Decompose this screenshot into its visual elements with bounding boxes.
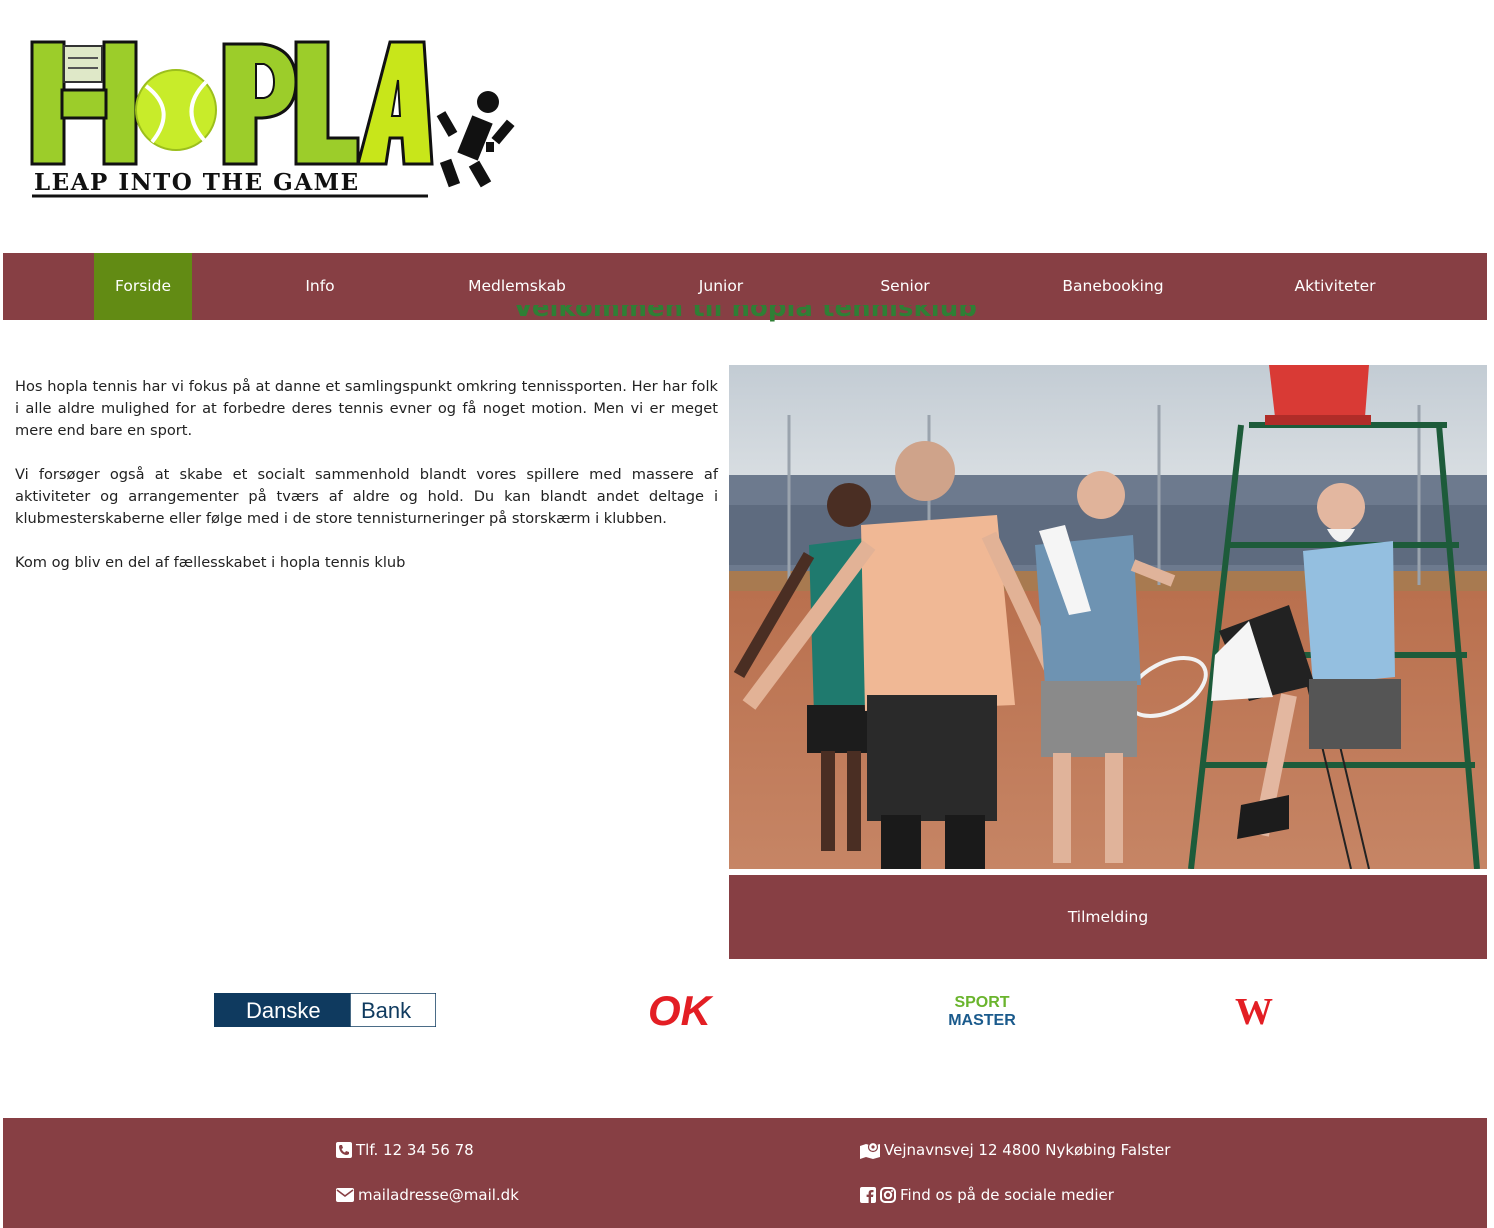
footer-social-text: Find os på de sociale medier: [900, 1186, 1114, 1204]
footer-address[interactable]: Vejnavnsvej 12 4800 Nykøbing Falster: [860, 1141, 1170, 1159]
logo-letter-l: [294, 40, 360, 166]
footer-address-text: Vejnavnsvej 12 4800 Nykøbing Falster: [884, 1141, 1171, 1159]
tennis-ball-icon: [135, 69, 217, 151]
intro-paragraph-1: Hos hopla tennis har vi fokus på at dann…: [15, 378, 718, 439]
sportmaster-word-2: MASTER: [948, 1012, 1016, 1028]
logo-letter-a: [356, 40, 434, 166]
instagram-icon[interactable]: [880, 1187, 896, 1203]
wilson-logo-text: W: [1235, 991, 1273, 1030]
intro-paragraph-3: Kom og bliv en del af fællesskabet i hop…: [15, 554, 406, 571]
footer-phone[interactable]: Tlf. 12 34 56 78: [336, 1141, 474, 1159]
logo-letter-p: [222, 42, 298, 166]
sportmaster-word-1: SPORT: [954, 994, 1009, 1011]
footer-email[interactable]: mailadresse@mail.dk: [336, 1186, 519, 1204]
phone-icon: [336, 1142, 352, 1158]
footer-email-text: mailadresse@mail.dk: [358, 1186, 519, 1204]
hero-photo: [729, 365, 1487, 869]
ok-logo-text: OK: [648, 990, 714, 1030]
danske-bank-logo[interactable]: Danske Bank: [214, 993, 436, 1027]
logo-tagline: LEAP INTO THE GAME: [34, 169, 360, 196]
map-icon: [860, 1141, 880, 1159]
logo-letter-h: [30, 40, 138, 166]
envelope-icon: [336, 1188, 354, 1202]
page-heading: Velkommen til hopla tennisklub: [513, 305, 977, 323]
danske-bank-word-1: Danske: [246, 998, 321, 1023]
footer-social[interactable]: Find os på de sociale medier: [860, 1186, 1114, 1204]
wilson-logo[interactable]: W: [1230, 990, 1278, 1030]
danske-bank-word-2: Bank: [361, 998, 412, 1023]
facebook-icon[interactable]: [860, 1187, 876, 1203]
footer: Tlf. 12 34 56 78 mailadresse@mail.dk Vej…: [3, 1118, 1487, 1228]
intro-text: Hos hopla tennis har vi fokus på at dann…: [15, 376, 718, 596]
sportmaster-logo[interactable]: SPORT MASTER: [940, 992, 1024, 1028]
runner-icon: [436, 91, 515, 188]
signup-button[interactable]: Tilmelding: [729, 875, 1487, 959]
hopla-logo[interactable]: LEAP INTO THE GAME: [28, 38, 523, 200]
ok-logo[interactable]: OK: [646, 990, 732, 1030]
footer-phone-text: Tlf. 12 34 56 78: [356, 1141, 474, 1159]
intro-paragraph-2: Vi forsøger også at skabe et socialt sam…: [15, 466, 718, 527]
